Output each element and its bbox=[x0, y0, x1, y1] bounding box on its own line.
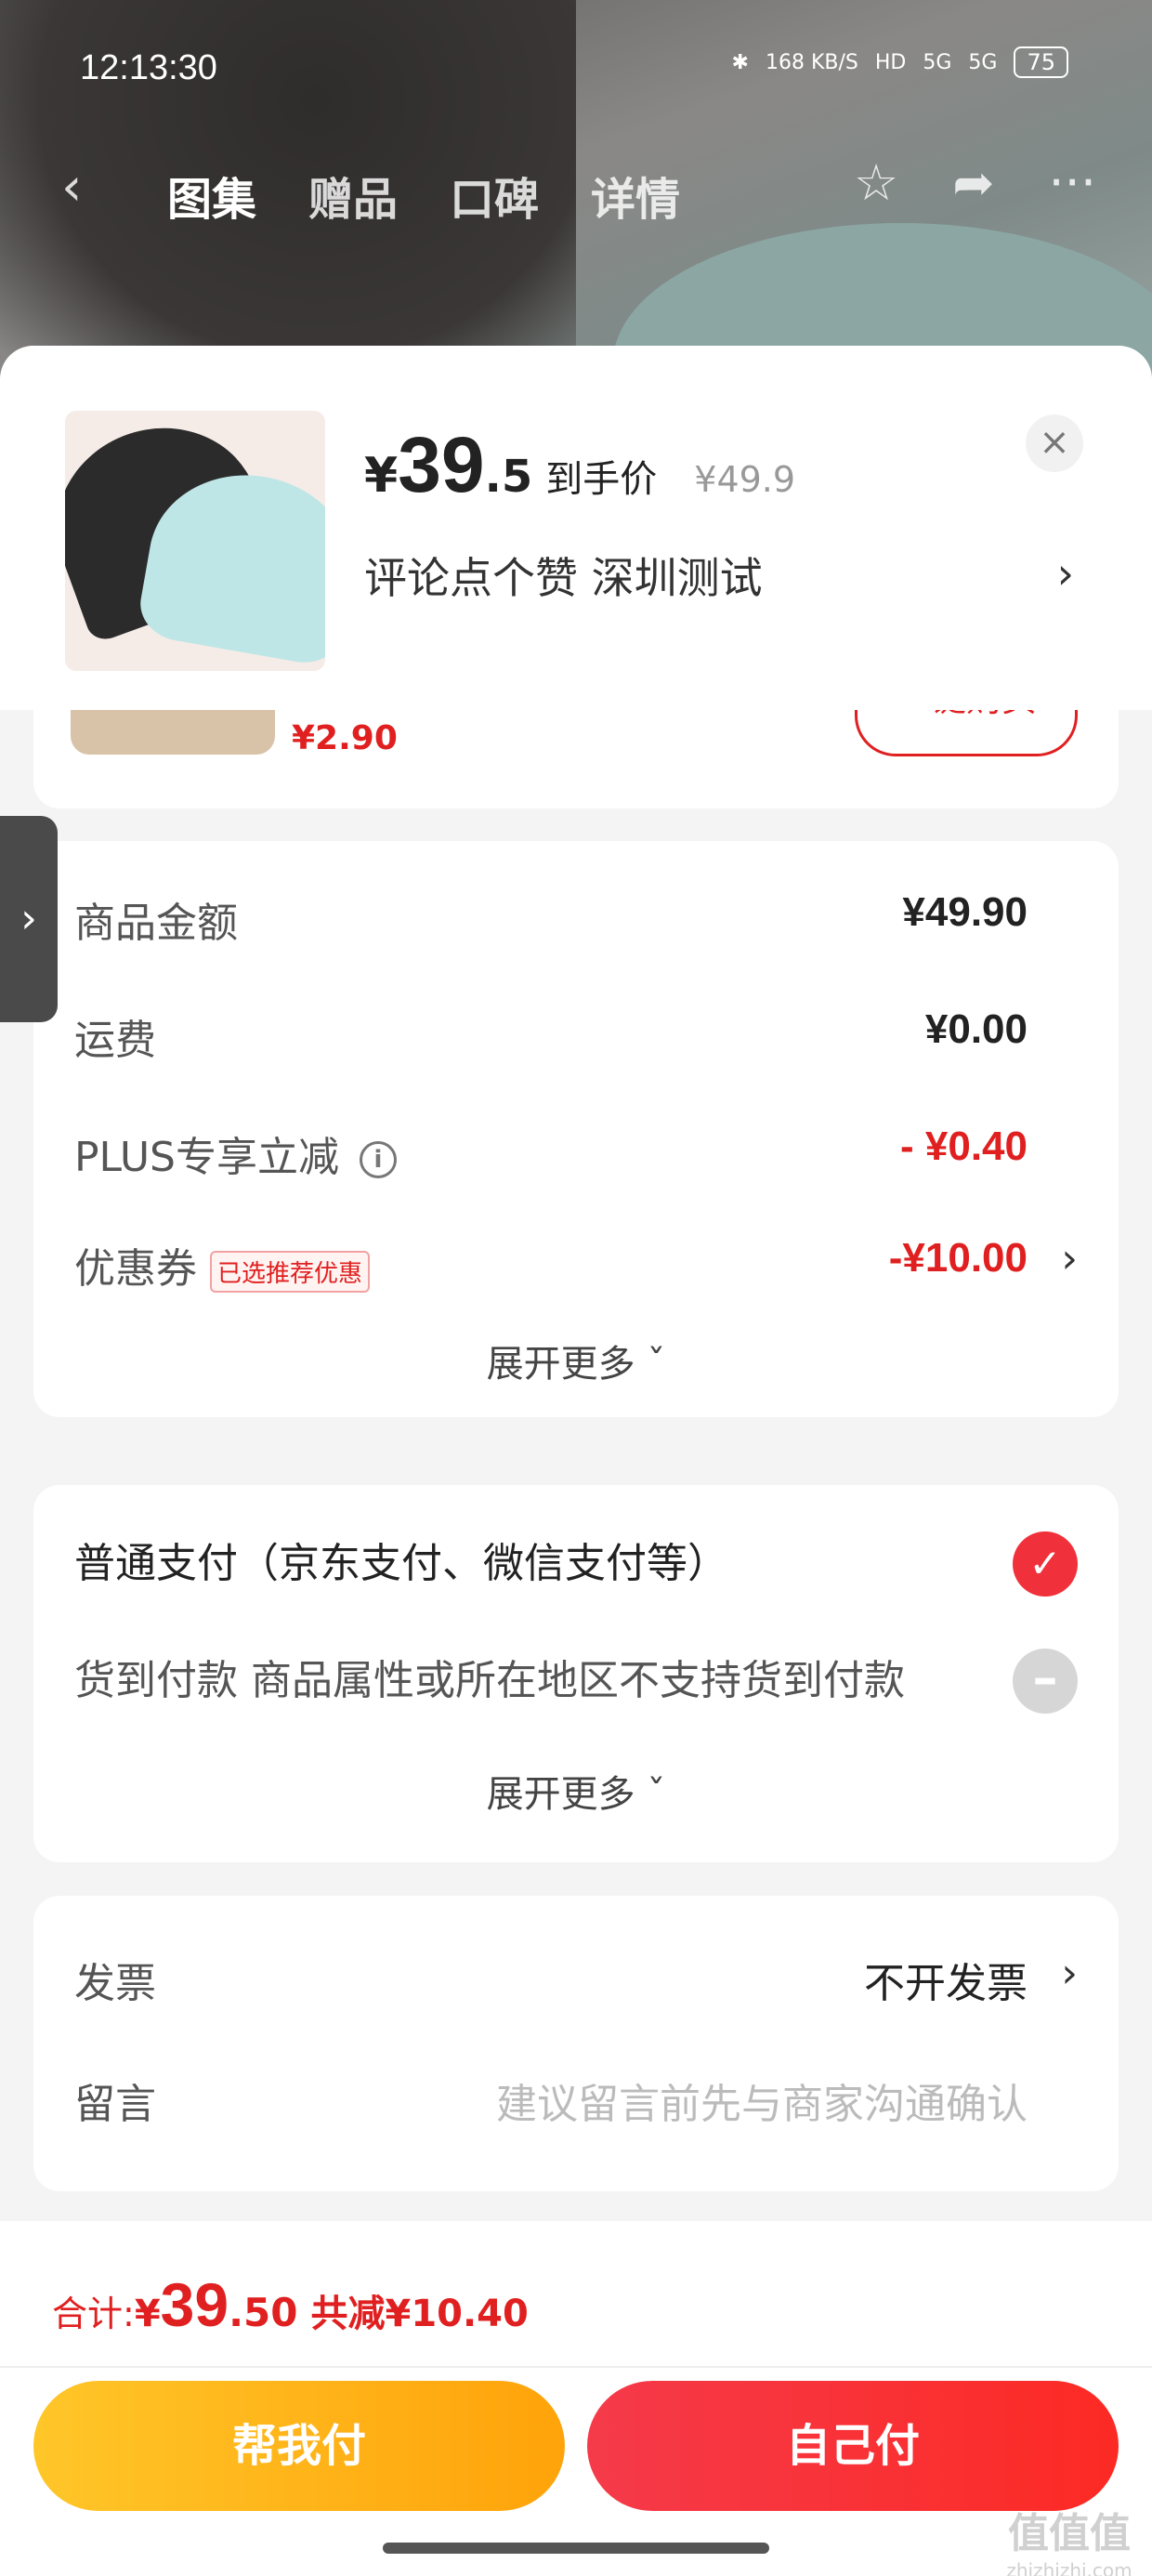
recommended-item-price: ¥2.90 bbox=[292, 719, 398, 757]
product-thumbnail bbox=[65, 411, 325, 671]
chevron-right-icon: › bbox=[20, 895, 37, 942]
nav-actions: ☆ ➦ ··· bbox=[854, 153, 1096, 212]
message-input[interactable]: 建议留言前先与商家沟通确认 bbox=[496, 2070, 1028, 2130]
plus-discount-label: PLUS专享立减 bbox=[74, 1134, 339, 1181]
order-summary-card: 商品金额 ¥49.90 运费 ¥0.00 PLUS专享立减 i - ¥0.40 优… bbox=[33, 841, 1119, 1417]
payment-cod-label: 货到付款 商品属性或所在地区不支持货到付款 bbox=[74, 1657, 905, 1704]
payment-method-card: 普通支付（京东支付、微信支付等） ✓ 货到付款 商品属性或所在地区不支持货到付款… bbox=[33, 1485, 1119, 1862]
goods-amount-label: 商品金额 bbox=[74, 900, 238, 947]
tab-details[interactable]: 详情 bbox=[591, 163, 680, 228]
chevron-down-icon: ˇ bbox=[635, 1773, 666, 1816]
watermark-logo: 值值值 zhizhizhi.com bbox=[1006, 2510, 1132, 2576]
home-indicator[interactable] bbox=[383, 2543, 769, 2554]
battery-icon: 75 bbox=[1014, 46, 1068, 78]
more-icon[interactable]: ··· bbox=[1049, 153, 1097, 212]
chevron-right-icon[interactable]: › bbox=[1057, 548, 1074, 598]
expand-more-fees[interactable]: 展开更多 ˇ bbox=[33, 1334, 1119, 1387]
payment-normal-label: 普通支付（京东支付、微信支付等） bbox=[74, 1540, 728, 1587]
plus-discount-value: - ¥0.40 bbox=[900, 1124, 1028, 1169]
self-pay-button[interactable]: 自己付 bbox=[587, 2381, 1119, 2511]
price-label: 到手价 bbox=[545, 458, 658, 501]
shipping-label: 运费 bbox=[74, 1017, 156, 1064]
signal-icon: 5G bbox=[923, 50, 952, 74]
goods-amount-value: ¥49.90 bbox=[902, 889, 1028, 935]
original-price: ¥49.9 bbox=[694, 459, 796, 500]
payment-normal-row[interactable]: 普通支付（京东支付、微信支付等） ✓ bbox=[74, 1531, 1078, 1597]
total-label: 合计: bbox=[52, 2293, 135, 2334]
chevron-right-icon[interactable]: › bbox=[1061, 1950, 1078, 1997]
chevron-right-icon[interactable]: › bbox=[1061, 1235, 1078, 1282]
tab-reviews[interactable]: 口碑 bbox=[450, 163, 539, 228]
hd-icon: HD bbox=[874, 50, 907, 74]
signal-icon-2: 5G bbox=[968, 50, 998, 74]
product-price: ¥ 39 .5 到手价 ¥49.9 bbox=[364, 421, 796, 508]
message-label: 留言 bbox=[74, 2081, 156, 2128]
disabled-icon: – bbox=[1013, 1649, 1078, 1714]
close-button[interactable]: × bbox=[1026, 414, 1083, 472]
total-amount: 合计: ¥ 39 .50 共减¥10.40 bbox=[52, 2270, 529, 2339]
coupon-label: 优惠券 bbox=[74, 1245, 197, 1293]
close-icon: × bbox=[1039, 421, 1070, 464]
bluetooth-icon: ✱ bbox=[731, 50, 749, 74]
checkmark-icon[interactable]: ✓ bbox=[1013, 1531, 1078, 1597]
total-reduction: 共减¥10.40 bbox=[310, 2293, 529, 2335]
tab-list: 图集 赠品 口碑 详情 bbox=[167, 163, 680, 228]
shipping-value: ¥0.00 bbox=[924, 1006, 1028, 1052]
status-time: 12:13:30 bbox=[80, 48, 217, 87]
coupon-tag: 已选推荐优惠 bbox=[210, 1250, 371, 1293]
invoice-label: 发票 bbox=[74, 1960, 156, 2007]
invoice-message-card: 发票 不开发票 › 留言 建议留言前先与商家沟通确认 bbox=[33, 1896, 1119, 2191]
product-gallery-background: 12:13:30 ✱ 168 KB/S HD 5G 5G 75 ‹ 图集 赠品 … bbox=[0, 0, 1152, 390]
status-icons: ✱ 168 KB/S HD 5G 5G 75 bbox=[732, 46, 1068, 78]
expand-side-tab[interactable]: › bbox=[0, 816, 58, 1022]
net-speed: 168 KB/S bbox=[765, 50, 858, 74]
back-icon[interactable]: ‹ bbox=[61, 157, 82, 217]
top-navigation: ‹ 图集 赠品 口碑 详情 ☆ ➦ ··· bbox=[0, 153, 1152, 228]
checkout-footer: 合计: ¥ 39 .50 共减¥10.40 帮我付 自己付 bbox=[0, 2221, 1152, 2576]
tab-gallery[interactable]: 图集 bbox=[167, 163, 256, 228]
divider bbox=[0, 2366, 1152, 2368]
payment-cod-row: 货到付款 商品属性或所在地区不支持货到付款 – bbox=[74, 1649, 1078, 1714]
share-icon[interactable]: ➦ bbox=[952, 153, 994, 212]
star-icon[interactable]: ☆ bbox=[854, 153, 898, 212]
chevron-down-icon: ˇ bbox=[635, 1343, 666, 1386]
invoice-value: 不开发票 bbox=[864, 1960, 1028, 2007]
tab-gifts[interactable]: 赠品 bbox=[308, 163, 398, 228]
help-pay-button[interactable]: 帮我付 bbox=[33, 2381, 565, 2511]
expand-more-payment[interactable]: 展开更多 ˇ bbox=[33, 1764, 1119, 1818]
coupon-value: -¥10.00 bbox=[888, 1235, 1028, 1281]
info-icon[interactable]: i bbox=[360, 1141, 397, 1178]
product-header: ¥ 39 .5 到手价 ¥49.9 评论点个赞 深圳测试 › × bbox=[0, 346, 1152, 710]
status-bar: 12:13:30 ✱ 168 KB/S HD 5G 5G 75 bbox=[0, 37, 1152, 102]
selected-spec[interactable]: 评论点个赞 深圳测试 bbox=[364, 545, 763, 606]
